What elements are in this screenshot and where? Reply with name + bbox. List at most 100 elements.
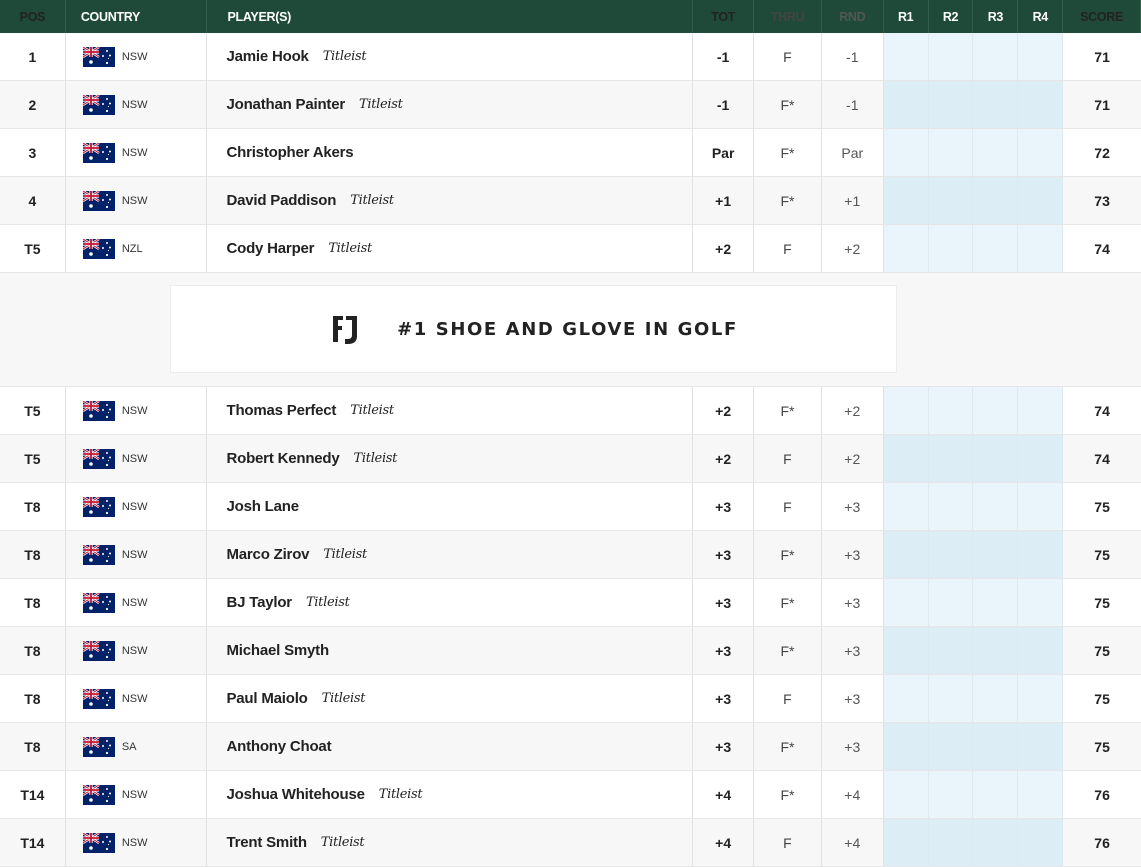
player-row[interactable]: 4 NSW David Paddison Titleist +1 F* +1 7… [0, 177, 1141, 225]
player-name[interactable]: Anthony Choat [226, 738, 331, 755]
player-name[interactable]: Thomas Perfect [226, 402, 336, 419]
thru: F* [754, 387, 822, 434]
round-1-score [883, 387, 929, 434]
australia-flag-icon [82, 736, 115, 757]
player-name[interactable]: Joshua Whitehouse [226, 786, 364, 803]
thru: F* [754, 531, 822, 578]
total-to-par: +3 [693, 723, 755, 770]
player-row[interactable]: 2 NSW Jonathan Painter Titleist -1 F* -1… [0, 81, 1141, 129]
round-to-par: +3 [822, 483, 884, 530]
player-row[interactable]: T5 NSW Thomas Perfect Titleist +2 F* +2 … [0, 387, 1141, 435]
round-2-score [928, 81, 974, 128]
round-2-score [928, 129, 974, 176]
header-r2[interactable]: R2 [928, 0, 974, 33]
player-name[interactable]: Michael Smyth [226, 642, 329, 659]
round-3-score [973, 819, 1019, 866]
player-name[interactable]: BJ Taylor [226, 594, 292, 611]
thru: F [754, 483, 822, 530]
player-row[interactable]: T8 NSW BJ Taylor Titleist +3 F* +3 75 [0, 579, 1141, 627]
header-rnd[interactable]: RND [822, 0, 884, 33]
ad-banner[interactable]: #1 SHOE AND GLOVE IN GOLF [170, 285, 897, 373]
australia-flag-icon [82, 832, 115, 853]
header-r1[interactable]: R1 [883, 0, 929, 33]
round-1-score [883, 531, 929, 578]
player-name[interactable]: Robert Kennedy [226, 450, 339, 467]
header-country[interactable]: COUNTRY [66, 0, 208, 33]
header-pos[interactable]: POS [0, 0, 66, 33]
round-to-par: +3 [822, 627, 884, 674]
australia-flag-icon [82, 592, 115, 613]
round-to-par: -1 [822, 33, 884, 80]
round-2-score [928, 435, 974, 482]
leaderboard-header: POS COUNTRY PLAYER(S) TOT THRU RND R1 R2… [0, 0, 1141, 33]
player-cell: Thomas Perfect Titleist [207, 387, 694, 434]
player-row[interactable]: T8 NSW Paul Maiolo Titleist +3 F +3 75 [0, 675, 1141, 723]
player-row[interactable]: T5 NSW Robert Kennedy Titleist +2 F +2 7… [0, 435, 1141, 483]
player-name[interactable]: Josh Lane [226, 498, 299, 515]
thru: F [754, 33, 822, 80]
position: T5 [0, 435, 66, 482]
player-row[interactable]: 3 NSW Christopher Akers Par F* Par 72 [0, 129, 1141, 177]
round-2-score [928, 675, 974, 722]
player-row[interactable]: T5 NZL Cody Harper Titleist +2 F +2 74 [0, 225, 1141, 273]
region-code: NSW [121, 548, 148, 561]
australia-flag-icon [82, 400, 115, 421]
round-4-score [1018, 483, 1064, 530]
player-row[interactable]: 1 NSW Jamie Hook Titleist -1 F -1 71 [0, 33, 1141, 81]
region-code: NSW [121, 50, 148, 63]
header-players[interactable]: PLAYER(S) [207, 0, 694, 33]
header-tot[interactable]: TOT [693, 0, 755, 33]
region-code: NSW [121, 98, 148, 111]
round-1-score [883, 33, 929, 80]
position: 1 [0, 33, 66, 80]
thru: F* [754, 81, 822, 128]
player-name[interactable]: Trent Smith [226, 834, 307, 851]
header-r3[interactable]: R3 [973, 0, 1019, 33]
round-3-score [973, 579, 1019, 626]
round-4-score [1018, 627, 1064, 674]
player-row[interactable]: T8 SA Anthony Choat +3 F* +3 75 [0, 723, 1141, 771]
thru: F* [754, 129, 822, 176]
thru: F* [754, 771, 822, 818]
player-cell: Robert Kennedy Titleist [207, 435, 694, 482]
player-name[interactable]: Jamie Hook [226, 48, 308, 65]
player-name[interactable]: Cody Harper [226, 240, 314, 257]
header-score[interactable]: SCORE [1063, 0, 1141, 33]
total-score: 72 [1094, 144, 1110, 161]
header-r4[interactable]: R4 [1018, 0, 1064, 33]
round-4-score [1018, 177, 1064, 224]
position: T8 [0, 531, 66, 578]
total-to-par: +3 [693, 531, 755, 578]
sponsor-logo: Titleist [350, 193, 394, 208]
australia-flag-icon [82, 544, 115, 565]
country-cell: NSW [66, 531, 208, 578]
player-row[interactable]: T14 NSW Joshua Whitehouse Titleist +4 F* [0, 771, 1141, 819]
round-3-score [973, 483, 1019, 530]
player-cell: Michael Smyth [207, 627, 694, 674]
player-name[interactable]: Jonathan Painter [226, 96, 345, 113]
player-row[interactable]: T8 NSW Marco Zirov Titleist +3 F* +3 75 [0, 531, 1141, 579]
total-to-par: +4 [693, 771, 755, 818]
round-to-par: +3 [822, 579, 884, 626]
round-2-score [928, 225, 974, 272]
player-name[interactable]: Marco Zirov [226, 546, 309, 563]
player-row[interactable]: T8 NSW Josh Lane +3 F +3 75 [0, 483, 1141, 531]
round-to-par: +2 [822, 387, 884, 434]
sponsor-logo: Titleist [328, 241, 372, 256]
round-4-score [1018, 435, 1064, 482]
player-row[interactable]: T8 NSW Michael Smyth +3 F* +3 75 [0, 627, 1141, 675]
round-4-score [1018, 579, 1064, 626]
player-name[interactable]: Paul Maiolo [226, 690, 307, 707]
header-thru[interactable]: THRU [754, 0, 822, 33]
country-cell: NSW [66, 483, 208, 530]
round-3-score [973, 177, 1019, 224]
round-to-par: -1 [822, 81, 884, 128]
round-4-score [1018, 129, 1064, 176]
country-cell: NSW [66, 675, 208, 722]
player-row[interactable]: T14 NSW Trent Smith Titleist +4 F +4 76 [0, 819, 1141, 867]
thru: F [754, 225, 822, 272]
player-name[interactable]: David Paddison [226, 192, 336, 209]
round-to-par: +2 [822, 435, 884, 482]
round-3-score [973, 531, 1019, 578]
player-name[interactable]: Christopher Akers [226, 144, 353, 161]
